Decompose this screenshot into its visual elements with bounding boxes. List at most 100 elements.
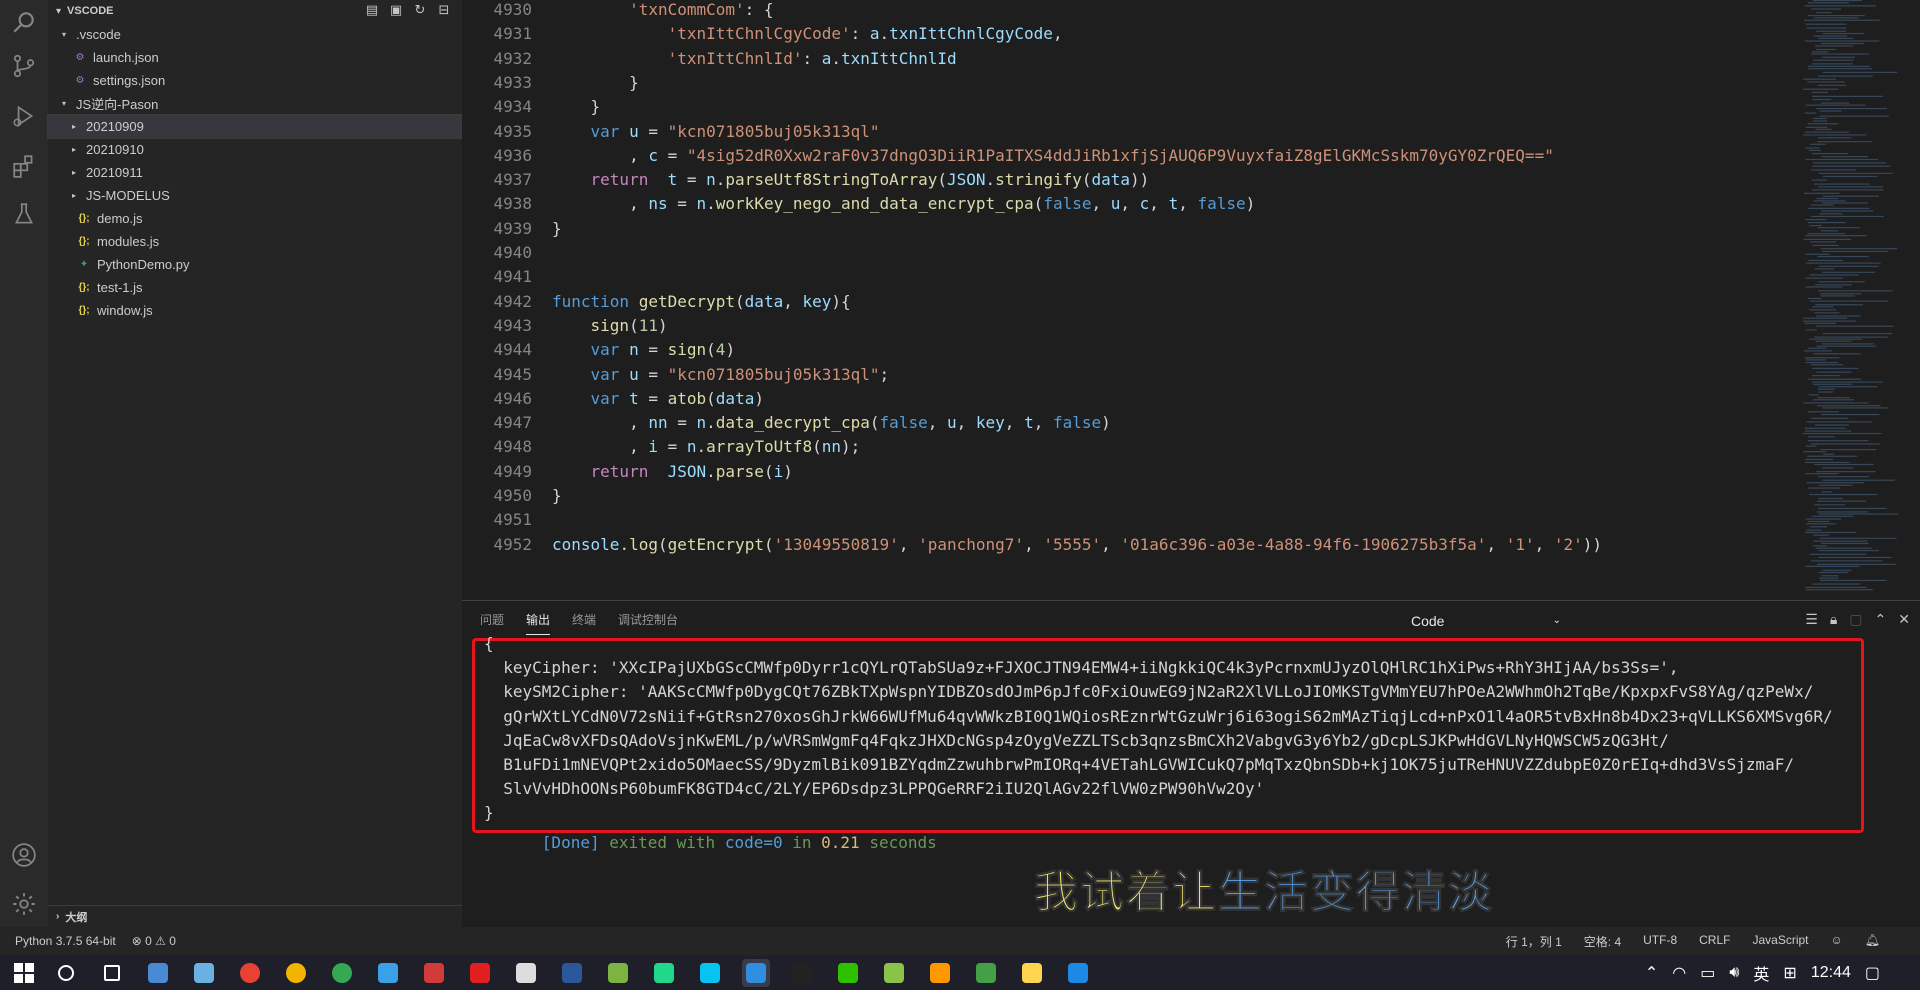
code-token: key [975, 413, 1005, 433]
run-debug-icon[interactable] [10, 102, 38, 130]
end-of-line[interactable]: CRLF [1699, 933, 1730, 950]
source-control-icon[interactable] [10, 52, 38, 80]
minimap[interactable] [1798, 0, 1908, 600]
tree-item[interactable]: ▾ .vscode [48, 23, 462, 46]
output-channel-select[interactable]: Code ⌄ [1405, 611, 1567, 631]
new-folder-icon[interactable]: ▣ [388, 2, 404, 18]
code-token: c [1139, 194, 1150, 214]
tree-item[interactable]: ⚙ launch.json [48, 46, 462, 69]
wifi-icon[interactable]: ◠ [1672, 963, 1686, 983]
edge-taskbar-icon[interactable] [374, 959, 402, 987]
clock[interactable]: 12:44 [1811, 964, 1851, 982]
webstorm-taskbar-icon[interactable] [696, 959, 724, 987]
windows-start-icon[interactable] [10, 959, 38, 987]
code-token: ( [937, 170, 947, 190]
tree-item-label: .vscode [76, 27, 121, 42]
input-language[interactable]: 英 [1753, 961, 1769, 985]
code-token: u [629, 364, 639, 384]
qq-taskbar-icon[interactable] [788, 959, 816, 987]
computer-taskbar-icon[interactable] [144, 959, 172, 987]
chevron-up-icon[interactable]: ⌃ [1645, 963, 1658, 983]
indentation[interactable]: 空格: 4 [1584, 933, 1621, 950]
line-number: 4938 [493, 194, 532, 214]
refresh-icon[interactable]: ↻ [412, 2, 428, 18]
code-line: 4939} [462, 217, 562, 241]
extensions-icon[interactable] [10, 152, 38, 180]
chrome-3-taskbar-icon[interactable] [328, 959, 356, 987]
collapse-all-icon[interactable]: ⊟ [436, 2, 452, 18]
code-token: c [648, 145, 658, 165]
files-taskbar-icon[interactable] [1018, 959, 1046, 987]
notifications-icon[interactable]: 🔔︎ [1865, 933, 1880, 950]
ime-mode-icon[interactable]: ⊞ [1783, 963, 1796, 983]
tree-item[interactable]: {}; modules.js [48, 230, 462, 253]
panel-tab[interactable]: 终端 [572, 611, 596, 635]
cup-taskbar-icon[interactable] [512, 959, 540, 987]
exit-code: code=0 [724, 833, 783, 852]
language-mode[interactable]: JavaScript [1752, 933, 1808, 950]
clear-output-icon[interactable]: ☰ [1805, 611, 1818, 628]
open-log-icon[interactable]: ▢ [1849, 611, 1862, 628]
search-taskbar-icon[interactable] [52, 959, 80, 987]
feedback-icon[interactable]: ☺ [1831, 933, 1843, 950]
code-token: } [552, 218, 562, 238]
tree-item[interactable]: ▸ 20210911 [48, 161, 462, 184]
settings-gear-icon[interactable] [10, 890, 38, 918]
chrome-2-taskbar-icon[interactable] [282, 959, 310, 987]
tree-item[interactable]: {}; test-1.js [48, 276, 462, 299]
close-panel-icon[interactable]: ✕ [1898, 611, 1910, 628]
sublime-taskbar-icon[interactable] [926, 959, 954, 987]
box-taskbar-icon[interactable] [420, 959, 448, 987]
code-token: workKey_nego_and_data_encrypt_cpa [715, 194, 1034, 214]
activity-bar [0, 0, 48, 927]
editor-scrollbar[interactable] [1906, 0, 1920, 600]
tree-item[interactable]: ▸ 20210910 [48, 138, 462, 161]
panel-tab[interactable]: 输出 [526, 611, 551, 635]
account-icon[interactable] [10, 841, 38, 869]
code-token: return [590, 461, 649, 481]
search-icon[interactable] [10, 8, 38, 36]
tree-item[interactable]: {}; demo.js [48, 207, 462, 230]
tree-item-label: PythonDemo.py [97, 257, 190, 272]
recorder-taskbar-icon[interactable] [466, 959, 494, 987]
python-interpreter[interactable]: Python 3.7.5 64-bit [15, 934, 116, 948]
code-token: . [985, 170, 996, 190]
panel-tab[interactable]: 调试控制台 [618, 611, 678, 635]
js-app-taskbar-icon[interactable] [1064, 959, 1092, 987]
notifications-center-icon[interactable]: ▢ [1865, 963, 1880, 983]
tree-item[interactable]: ▸ 20210909 [47, 114, 463, 139]
video-subtitle: 我试着让生活变得清淡 [1034, 856, 1494, 920]
problems-count[interactable]: ⊗ 0 ⚠ 0 [132, 934, 176, 948]
android-taskbar-icon[interactable] [604, 959, 632, 987]
code-token: false [1043, 194, 1092, 214]
vscode-taskbar-icon[interactable] [742, 959, 770, 987]
volume-icon[interactable]: 🔊︎ [1729, 964, 1739, 982]
battery-icon[interactable]: ▭ [1700, 963, 1715, 983]
tree-item[interactable]: ⚙ settings.json [48, 69, 462, 92]
task-view-taskbar-icon[interactable] [98, 959, 126, 987]
new-file-icon[interactable]: ▤ [364, 2, 380, 18]
outline-header[interactable]: › 大纲 [48, 905, 462, 927]
encoding[interactable]: UTF-8 [1643, 933, 1677, 950]
tree-item[interactable]: ✦ PythonDemo.py [48, 253, 462, 276]
tree-item-label: 20210909 [86, 119, 144, 134]
testing-flask-icon[interactable] [10, 200, 38, 228]
pycharm-taskbar-icon[interactable] [650, 959, 678, 987]
photos-taskbar-icon[interactable] [190, 959, 218, 987]
tree-item[interactable]: ▾ JS逆向-Pason [48, 92, 462, 115]
tree-item[interactable]: ▸ JS-MODELUS [48, 184, 462, 207]
lock-icon[interactable]: 🔒︎ [1830, 611, 1837, 628]
wechat-taskbar-icon[interactable] [834, 959, 862, 987]
code-editor[interactable]: 4930 'txnCommCom': {4931 'txnIttChnlCgyC… [462, 0, 1920, 600]
notepad-taskbar-icon[interactable] [880, 959, 908, 987]
map-taskbar-icon[interactable] [972, 959, 1000, 987]
maximize-panel-icon[interactable]: ⌃ [1875, 611, 1887, 628]
app-blue-taskbar-icon[interactable] [558, 959, 586, 987]
tree-item[interactable]: {}; window.js [48, 299, 462, 322]
cursor-position[interactable]: 行 1，列 1 [1506, 933, 1562, 950]
chrome-1-taskbar-icon[interactable] [236, 959, 264, 987]
